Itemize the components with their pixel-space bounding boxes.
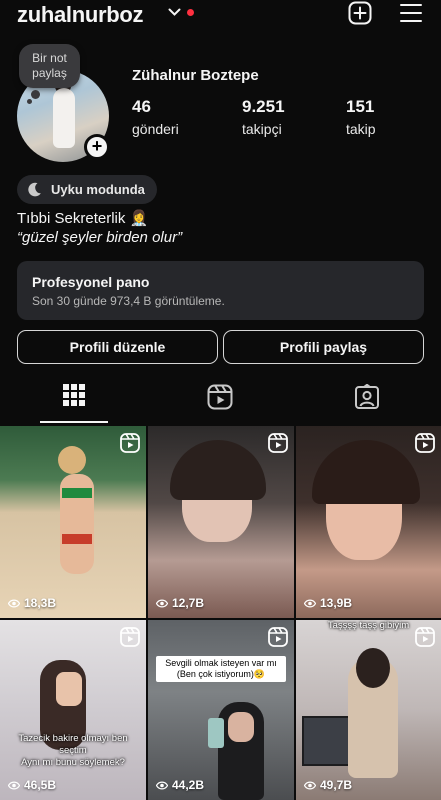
view-count: 12,7B: [156, 596, 204, 610]
stat-following-value: 151: [346, 97, 375, 116]
view-count-value: 13,9B: [320, 596, 353, 610]
bio-line-1: Tıbbi Sekreterlik 👩‍⚕️: [17, 210, 149, 227]
reel-badge-icon: [120, 627, 140, 647]
moon-icon: [28, 182, 41, 197]
stat-followers[interactable]: 9.251 takipçi: [242, 97, 285, 137]
post-tile-2[interactable]: 12,7B: [148, 426, 294, 618]
tab-reels[interactable]: [186, 384, 254, 422]
reel-badge-icon: [415, 627, 435, 647]
new-post-icon[interactable]: [348, 1, 372, 25]
view-count-value: 44,2B: [172, 778, 205, 792]
grid-icon: [63, 384, 85, 406]
view-count-value: 18,3B: [24, 596, 57, 610]
stat-followers-value: 9.251: [242, 97, 285, 116]
stat-posts-label: gönderi: [132, 121, 179, 137]
avatar-figure: [53, 88, 75, 148]
reel-badge-icon: [415, 433, 435, 453]
tagged-icon: [355, 384, 379, 409]
eye-icon: [304, 781, 316, 789]
reel-badge-icon: [268, 627, 288, 647]
add-story-button[interactable]: +: [84, 134, 110, 160]
view-count: 18,3B: [8, 596, 56, 610]
note-tail-small: [27, 99, 32, 104]
tab-grid[interactable]: [40, 384, 108, 422]
post-tile-6[interactable]: Taşşşş taşş gibiyim 49,7B: [296, 620, 441, 800]
eye-icon: [304, 599, 316, 607]
view-count: 49,7B: [304, 778, 352, 792]
tab-tagged[interactable]: [333, 384, 401, 422]
status-pill[interactable]: Uyku modunda: [17, 175, 157, 204]
professional-dashboard[interactable]: Profesyonel pano Son 30 günde 973,4 B gö…: [17, 261, 424, 320]
full-name: Zühalnur Boztepe: [132, 67, 259, 84]
bio-line-2: “güzel şeyler birden olur”: [17, 229, 183, 246]
note-tail: [31, 90, 40, 99]
menu-icon[interactable]: [400, 3, 422, 23]
eye-icon: [8, 599, 20, 607]
view-count: 13,9B: [304, 596, 352, 610]
dashboard-subtitle: Son 30 günde 973,4 B görüntüleme.: [32, 294, 225, 308]
eye-icon: [156, 781, 168, 789]
stat-following[interactable]: 151 takip: [346, 97, 376, 137]
post-tile-3[interactable]: 13,9B: [296, 426, 441, 618]
view-count: 44,2B: [156, 778, 204, 792]
status-text: Uyku modunda: [51, 182, 145, 197]
share-profile-button[interactable]: Profili paylaş: [223, 330, 424, 364]
post-tile-4[interactable]: Tazecik bakire olmayı ben seçtim Aynı mı…: [0, 620, 146, 800]
view-count-value: 49,7B: [320, 778, 353, 792]
post-caption: Sevgili olmak isteyen var mı (Ben çok is…: [156, 656, 286, 682]
stat-posts[interactable]: 46 gönderi: [132, 97, 179, 137]
stat-posts-value: 46: [132, 97, 151, 116]
post-tile-5[interactable]: Sevgili olmak isteyen var mı (Ben çok is…: [148, 620, 294, 800]
posts-grid: 18,3B 12,7B 13,9B Tazecik bakire olmayı …: [0, 426, 441, 800]
view-count-value: 12,7B: [172, 596, 205, 610]
view-count: 46,5B: [8, 778, 56, 792]
chevron-down-icon[interactable]: [168, 6, 181, 18]
stat-followers-label: takipçi: [242, 121, 282, 137]
note-text: Bir not paylaş: [32, 51, 67, 80]
top-bar: zuhalnurboz: [0, 0, 441, 30]
eye-icon: [8, 781, 20, 789]
view-count-value: 46,5B: [24, 778, 57, 792]
notification-dot: [187, 9, 194, 16]
eye-icon: [156, 599, 168, 607]
active-tab-indicator: [40, 421, 108, 423]
post-caption: Tazecik bakire olmayı ben seçtim Aynı mı…: [18, 733, 128, 768]
edit-profile-button[interactable]: Profili düzenle: [17, 330, 218, 364]
reels-icon: [207, 384, 233, 410]
post-tile-1[interactable]: 18,3B: [0, 426, 146, 618]
username[interactable]: zuhalnurboz: [17, 2, 144, 28]
stat-following-label: takip: [346, 121, 376, 137]
note-bubble[interactable]: Bir not paylaş: [19, 44, 80, 88]
reel-badge-icon: [268, 433, 288, 453]
dashboard-title: Profesyonel pano: [32, 274, 150, 290]
reel-badge-icon: [120, 433, 140, 453]
